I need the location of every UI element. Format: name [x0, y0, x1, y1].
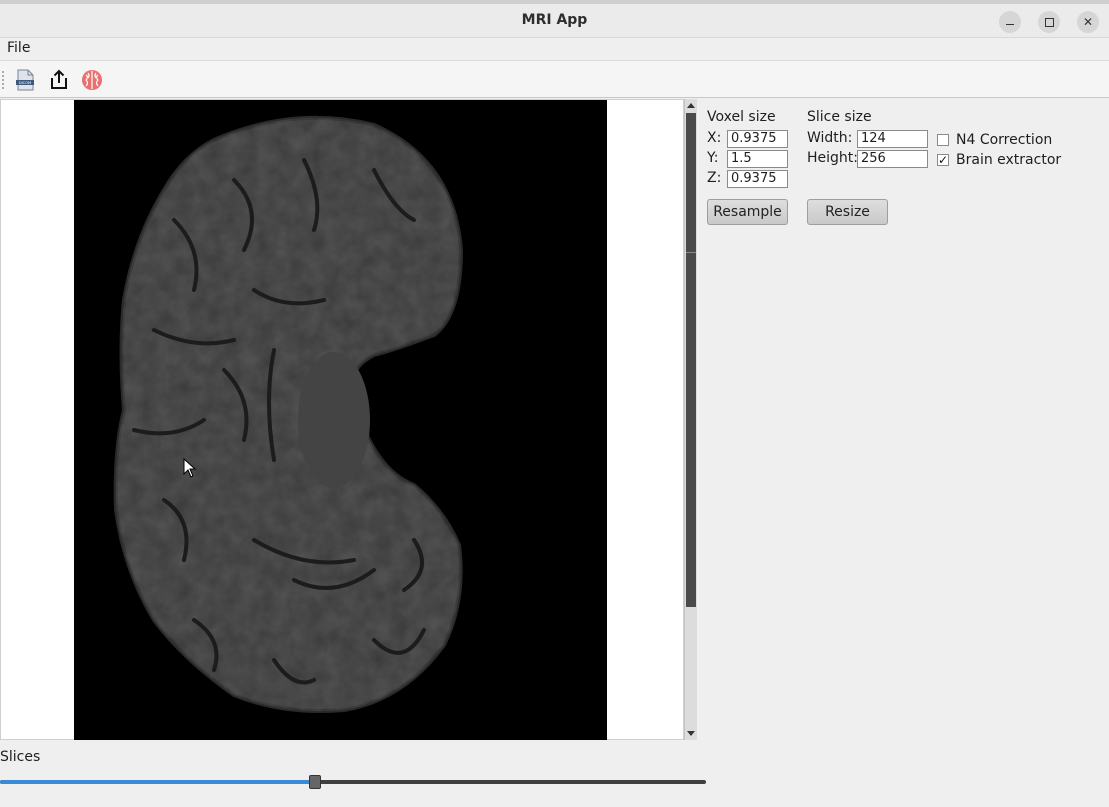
- slice-width-field[interactable]: 124: [857, 130, 928, 148]
- dicom-file-icon: DICOM: [16, 69, 34, 91]
- scroll-down-icon[interactable]: [687, 731, 695, 736]
- brain-icon: [82, 70, 102, 90]
- image-viewer[interactable]: [0, 99, 684, 740]
- scroll-up-icon[interactable]: [687, 103, 695, 108]
- maximize-button[interactable]: [1038, 11, 1060, 33]
- slices-slider-fill: [0, 780, 315, 784]
- export-icon: [51, 69, 67, 89]
- brain-extract-button[interactable]: [80, 68, 104, 92]
- slices-slider-handle[interactable]: [309, 775, 321, 789]
- title-bar: MRI App ✕: [0, 0, 1109, 38]
- scrollbar-marker: [686, 252, 696, 253]
- scrollbar-thumb[interactable]: [686, 113, 696, 607]
- mouse-cursor-icon: [183, 458, 197, 478]
- toolbar: DICOM: [0, 60, 1109, 98]
- close-button[interactable]: ✕: [1077, 11, 1099, 33]
- open-dicom-button[interactable]: DICOM: [13, 68, 37, 92]
- toolbar-grip[interactable]: [2, 71, 4, 89]
- brain-extractor-label: Brain extractor: [956, 152, 1062, 168]
- viewer-scrollbar[interactable]: [684, 99, 697, 740]
- n4-correction-checkbox[interactable]: [937, 134, 949, 146]
- settings-panel: Voxel size X: 0.9375 Y: 1.5 Z: 0.9375 Sl…: [700, 100, 1109, 240]
- window-title: MRI App: [521, 12, 588, 28]
- menu-file[interactable]: File: [7, 40, 30, 56]
- voxel-x-label: X:: [707, 130, 722, 146]
- minimize-icon: [1006, 23, 1014, 25]
- maximize-icon: [1044, 17, 1054, 27]
- slice-width-label: Width:: [807, 130, 853, 146]
- menu-bar: File: [0, 38, 1109, 60]
- slices-label: Slices: [0, 749, 41, 765]
- voxel-y-field[interactable]: 1.5: [727, 150, 788, 168]
- brain-slice-render: [113, 115, 464, 713]
- brain-extractor-checkbox[interactable]: ✓: [937, 154, 949, 166]
- voxel-z-field[interactable]: 0.9375: [727, 170, 788, 188]
- slice-height-field[interactable]: 256: [857, 150, 928, 168]
- voxel-z-label: Z:: [707, 170, 722, 186]
- resize-button[interactable]: Resize: [807, 199, 888, 225]
- voxel-size-title: Voxel size: [707, 109, 776, 125]
- voxel-y-label: Y:: [707, 150, 719, 166]
- mri-slice-image[interactable]: [74, 100, 607, 740]
- voxel-x-field[interactable]: 0.9375: [727, 130, 788, 148]
- slice-size-title: Slice size: [807, 109, 872, 125]
- svg-text:DICOM: DICOM: [19, 81, 31, 85]
- slice-height-label: Height:: [807, 150, 858, 166]
- export-button[interactable]: [47, 68, 71, 92]
- close-icon: ✕: [1082, 15, 1094, 29]
- n4-correction-label: N4 Correction: [956, 132, 1053, 148]
- resample-button[interactable]: Resample: [707, 199, 788, 225]
- minimize-button[interactable]: [999, 11, 1021, 33]
- checkmark-icon: ✓: [938, 153, 949, 167]
